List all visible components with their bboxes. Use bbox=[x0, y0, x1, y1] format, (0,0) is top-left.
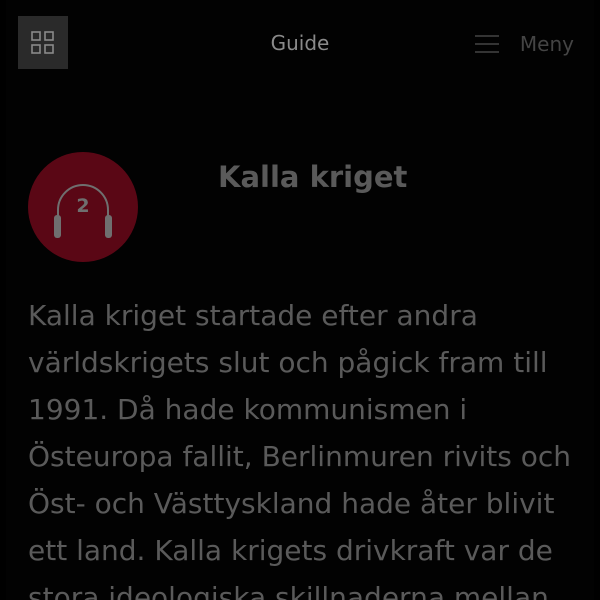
track-number: 2 bbox=[76, 195, 90, 217]
menu-button[interactable]: Meny bbox=[474, 29, 574, 59]
audio-play-button[interactable]: 2 bbox=[28, 152, 138, 262]
grid-icon bbox=[31, 30, 54, 54]
grid-menu-button[interactable] bbox=[18, 16, 68, 69]
article-body: Kalla kriget startade efter andra världs… bbox=[28, 299, 571, 600]
app-frame: Guide Meny 2 Kalla kriget Kalla kriget s… bbox=[6, 0, 594, 600]
article-title: Kalla kriget bbox=[218, 160, 408, 194]
menu-label: Meny bbox=[519, 32, 574, 56]
hamburger-icon bbox=[474, 35, 499, 53]
